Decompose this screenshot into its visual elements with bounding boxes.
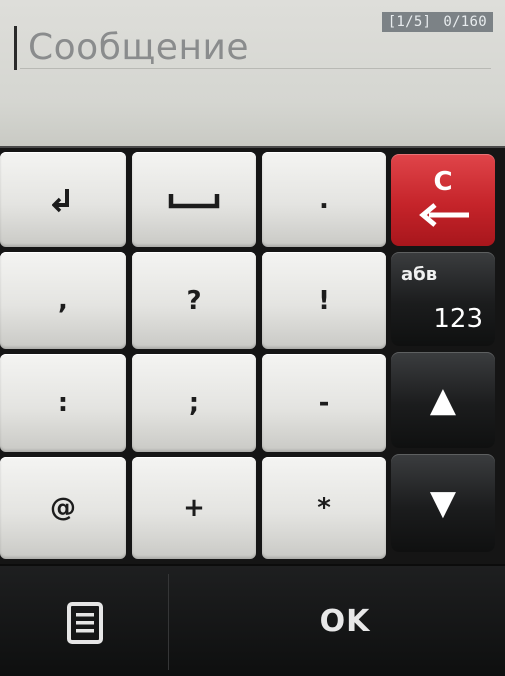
message-input[interactable]: Сообщение [10,22,480,74]
backspace-arrow-icon [419,203,469,227]
mode-digits-label: 123 [433,304,483,334]
space-icon [168,193,220,208]
softkey-divider [168,574,169,670]
at-key[interactable]: @ [0,457,126,559]
plus-label: + [183,493,205,523]
comma-key[interactable]: , [0,252,126,349]
symbol-keypad: . C , ? ! абв 123 : ; - ▲ @ + * ▼ [0,148,505,564]
colon-key[interactable]: : [0,354,126,452]
exclamation-key[interactable]: ! [262,252,386,349]
clear-key[interactable]: C [391,154,495,246]
scroll-up-key[interactable]: ▲ [391,352,495,448]
asterisk-key[interactable]: * [262,457,386,559]
question-label: ? [186,285,202,316]
softkey-bar: OK [0,566,505,676]
space-key[interactable] [132,152,256,247]
enter-icon [52,188,69,212]
message-compose-area: [1/5] 0/160 Сообщение [0,0,505,148]
asterisk-label: * [317,493,331,523]
options-menu-button[interactable] [60,598,110,648]
colon-label: : [57,388,69,418]
ok-button[interactable]: OK [230,592,460,650]
question-key[interactable]: ? [132,252,256,349]
comma-label: , [58,285,68,316]
scroll-down-key[interactable]: ▼ [391,454,495,552]
list-menu-icon [67,602,103,644]
phone-screen: [1/5] 0/160 Сообщение . C , ? ! абв 123 … [0,0,505,676]
text-cursor [14,26,17,70]
clear-label: C [433,167,453,197]
mode-letters-label: абв [401,264,438,285]
period-label: . [319,184,329,215]
enter-key[interactable] [0,152,126,247]
at-label: @ [50,493,76,523]
arrow-down-icon: ▼ [429,483,457,523]
semicolon-label: ; [188,388,200,418]
input-underline [20,68,491,69]
input-mode-key[interactable]: абв 123 [391,252,495,346]
minus-label: - [318,388,330,418]
minus-key[interactable]: - [262,354,386,452]
plus-key[interactable]: + [132,457,256,559]
semicolon-key[interactable]: ; [132,354,256,452]
arrow-up-icon: ▲ [429,380,457,420]
message-placeholder: Сообщение [28,27,250,68]
exclamation-label: ! [318,285,330,316]
period-key[interactable]: . [262,152,386,247]
